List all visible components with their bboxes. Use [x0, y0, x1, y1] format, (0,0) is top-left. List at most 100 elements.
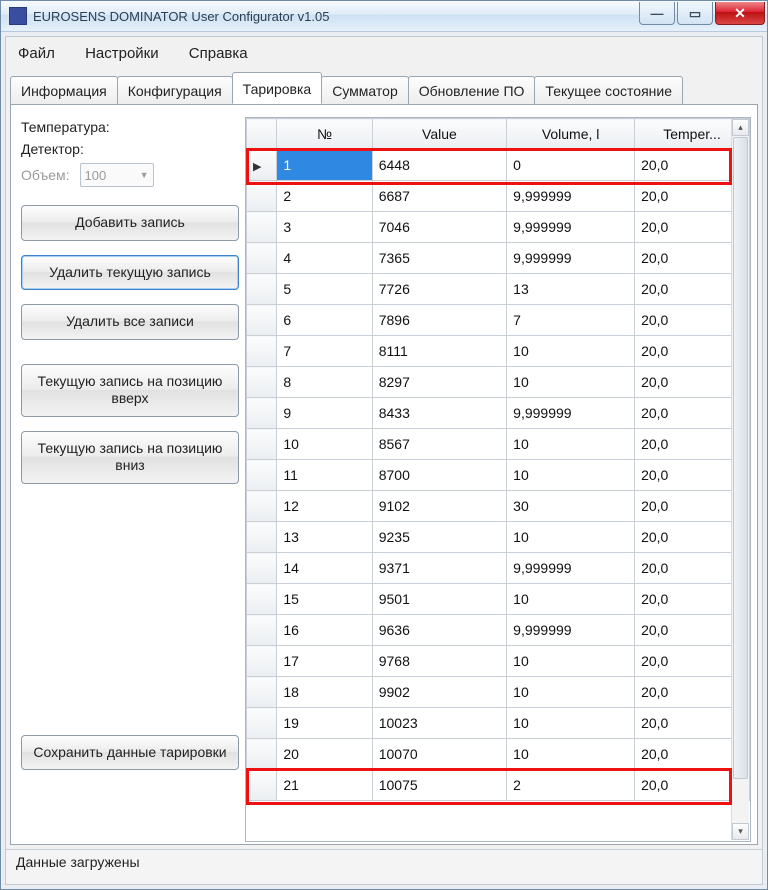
cell-n[interactable]: 6	[277, 305, 372, 336]
delete-all-button[interactable]: Удалить все записи	[21, 304, 239, 340]
table-row[interactable]: 1392351020,0	[247, 522, 750, 553]
cell-volume[interactable]: 10	[507, 677, 635, 708]
row-header[interactable]	[247, 491, 277, 522]
table-row[interactable]: 984339,99999920,0	[247, 398, 750, 429]
cell-n[interactable]: 12	[277, 491, 372, 522]
cell-n[interactable]: 16	[277, 615, 372, 646]
cell-value[interactable]: 9102	[372, 491, 506, 522]
scroll-thumb[interactable]	[733, 137, 748, 779]
cell-volume[interactable]: 30	[507, 491, 635, 522]
table-row[interactable]: 1797681020,0	[247, 646, 750, 677]
row-header[interactable]	[247, 367, 277, 398]
cell-volume[interactable]: 10	[507, 646, 635, 677]
cell-n[interactable]: 9	[277, 398, 372, 429]
maximize-button[interactable]: ▭	[677, 2, 713, 25]
cell-volume[interactable]: 9,999999	[507, 615, 635, 646]
tab-state[interactable]: Текущее состояние	[534, 76, 683, 105]
cell-volume[interactable]: 10	[507, 367, 635, 398]
minimize-button[interactable]: ―	[639, 2, 675, 25]
row-header[interactable]	[247, 708, 277, 739]
cell-value[interactable]: 7896	[372, 305, 506, 336]
close-button[interactable]: ✕	[715, 2, 765, 25]
cell-n[interactable]: 19	[277, 708, 372, 739]
cell-volume[interactable]: 10	[507, 708, 635, 739]
menu-file[interactable]: Файл	[18, 45, 55, 62]
cell-value[interactable]: 9902	[372, 677, 506, 708]
cell-volume[interactable]: 10	[507, 584, 635, 615]
cell-value[interactable]: 10023	[372, 708, 506, 739]
cell-n[interactable]: 17	[277, 646, 372, 677]
cell-n[interactable]: 15	[277, 584, 372, 615]
table-row[interactable]: 781111020,0	[247, 336, 750, 367]
table-row[interactable]: 882971020,0	[247, 367, 750, 398]
add-record-button[interactable]: Добавить запись	[21, 205, 239, 241]
cell-volume[interactable]: 9,999999	[507, 181, 635, 212]
menu-settings[interactable]: Настройки	[85, 45, 159, 62]
col-header-volume[interactable]: Volume, l	[507, 119, 635, 150]
cell-n[interactable]: 18	[277, 677, 372, 708]
row-header[interactable]	[247, 460, 277, 491]
table-row[interactable]: 577261320,0	[247, 274, 750, 305]
table-row[interactable]: 19100231020,0	[247, 708, 750, 739]
cell-n[interactable]: 2	[277, 181, 372, 212]
cell-value[interactable]: 8700	[372, 460, 506, 491]
tab-info[interactable]: Информация	[10, 76, 118, 105]
table-row[interactable]: 1187001020,0	[247, 460, 750, 491]
move-down-button[interactable]: Текущую запись на позицию вниз	[21, 431, 239, 484]
col-header-n[interactable]: №	[277, 119, 372, 150]
cell-value[interactable]: 9768	[372, 646, 506, 677]
row-header[interactable]	[247, 522, 277, 553]
row-header[interactable]	[247, 181, 277, 212]
cell-volume[interactable]: 7	[507, 305, 635, 336]
cell-value[interactable]: 8111	[372, 336, 506, 367]
table-row[interactable]: 370469,99999920,0	[247, 212, 750, 243]
cell-value[interactable]: 9636	[372, 615, 506, 646]
cell-value[interactable]: 6687	[372, 181, 506, 212]
table-row[interactable]: 266879,99999920,0	[247, 181, 750, 212]
row-header[interactable]	[247, 243, 277, 274]
tab-calibration[interactable]: Тарировка	[232, 72, 323, 104]
cell-volume[interactable]: 10	[507, 429, 635, 460]
vertical-scrollbar[interactable]: ▴ ▾	[731, 119, 749, 840]
table-row[interactable]: 1291023020,0	[247, 491, 750, 522]
volume-combo[interactable]: 100 ▼	[80, 163, 154, 187]
cell-value[interactable]: 9501	[372, 584, 506, 615]
calibration-grid[interactable]: № Value Volume, l Temper... ▶16448020,02…	[245, 117, 751, 842]
tab-config[interactable]: Конфигурация	[117, 76, 233, 105]
cell-value[interactable]: 7046	[372, 212, 506, 243]
cell-volume[interactable]: 10	[507, 460, 635, 491]
row-header[interactable]	[247, 770, 277, 801]
cell-n[interactable]: 14	[277, 553, 372, 584]
cell-value[interactable]: 8567	[372, 429, 506, 460]
row-header[interactable]	[247, 584, 277, 615]
table-row[interactable]: ▶16448020,0	[247, 150, 750, 181]
cell-value[interactable]: 7726	[372, 274, 506, 305]
cell-volume[interactable]: 9,999999	[507, 553, 635, 584]
save-button[interactable]: Сохранить данные тарировки	[21, 735, 239, 771]
row-header[interactable]	[247, 646, 277, 677]
cell-volume[interactable]: 0	[507, 150, 635, 181]
row-header[interactable]	[247, 336, 277, 367]
cell-volume[interactable]: 9,999999	[507, 398, 635, 429]
cell-n[interactable]: 4	[277, 243, 372, 274]
table-row[interactable]: 1696369,99999920,0	[247, 615, 750, 646]
row-header[interactable]	[247, 677, 277, 708]
cell-n[interactable]: 5	[277, 274, 372, 305]
row-header[interactable]	[247, 305, 277, 336]
tab-summator[interactable]: Сумматор	[321, 76, 409, 105]
col-header-value[interactable]: Value	[372, 119, 506, 150]
table-row[interactable]: 1493719,99999920,0	[247, 553, 750, 584]
row-header[interactable]	[247, 553, 277, 584]
row-header[interactable]	[247, 615, 277, 646]
move-up-button[interactable]: Текущую запись на позицию вверх	[21, 364, 239, 417]
row-header[interactable]: ▶	[247, 150, 277, 181]
scroll-up-button[interactable]: ▴	[732, 119, 749, 136]
cell-volume[interactable]: 13	[507, 274, 635, 305]
cell-value[interactable]: 10075	[372, 770, 506, 801]
cell-n[interactable]: 11	[277, 460, 372, 491]
cell-n[interactable]: 3	[277, 212, 372, 243]
cell-value[interactable]: 9371	[372, 553, 506, 584]
table-row[interactable]: 473659,99999920,0	[247, 243, 750, 274]
cell-n[interactable]: 13	[277, 522, 372, 553]
row-header[interactable]	[247, 212, 277, 243]
